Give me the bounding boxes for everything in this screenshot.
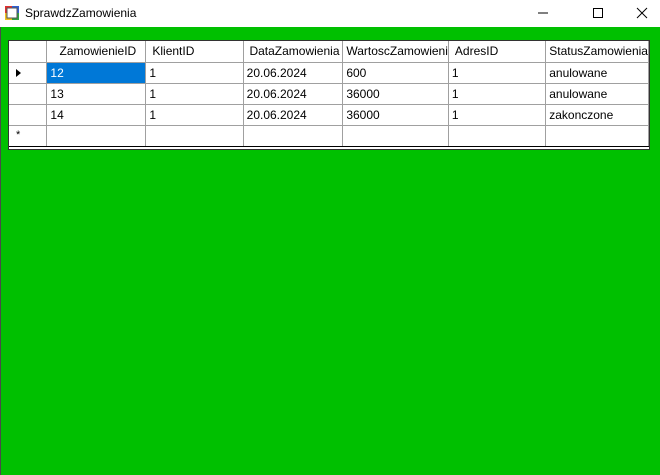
table-cell[interactable]: zakonczone bbox=[545, 104, 649, 126]
table-cell[interactable]: 36000 bbox=[342, 83, 449, 105]
row-header[interactable] bbox=[9, 62, 48, 84]
table-cell[interactable] bbox=[545, 125, 649, 147]
table-cell[interactable]: 12 bbox=[46, 62, 147, 84]
table-cell[interactable]: 1 bbox=[145, 83, 244, 105]
table-cell[interactable]: anulowane bbox=[545, 83, 649, 105]
window-border bbox=[0, 27, 1, 475]
column-header-klientid[interactable]: KlientID bbox=[145, 41, 244, 63]
column-header-datazamowienia[interactable]: DataZamowienia bbox=[243, 41, 344, 63]
row-header[interactable] bbox=[9, 104, 48, 126]
table-cell[interactable]: 14 bbox=[46, 104, 147, 126]
table-cell[interactable] bbox=[448, 125, 547, 147]
maximize-button[interactable] bbox=[575, 0, 621, 27]
form-icon bbox=[5, 6, 19, 20]
grid-table: ZamowienieID KlientID DataZamowienia War… bbox=[9, 41, 649, 147]
maximize-icon bbox=[593, 8, 603, 18]
table-cell[interactable]: 20.06.2024 bbox=[243, 104, 344, 126]
new-row[interactable]: * bbox=[9, 125, 649, 147]
orders-data-grid[interactable]: ZamowienieID KlientID DataZamowienia War… bbox=[8, 40, 650, 150]
table-cell[interactable]: 1 bbox=[448, 62, 547, 84]
row-pointer-icon bbox=[16, 68, 21, 77]
table-row[interactable]: 12 1 20.06.2024 600 1 anulowane bbox=[9, 62, 649, 84]
table-cell[interactable]: 600 bbox=[342, 62, 449, 84]
table-row[interactable]: 13 1 20.06.2024 36000 1 anulowane bbox=[9, 83, 649, 105]
minimize-button[interactable] bbox=[520, 0, 566, 27]
row-header[interactable] bbox=[9, 83, 48, 105]
table-cell[interactable]: 1 bbox=[448, 104, 547, 126]
table-cell[interactable] bbox=[46, 125, 147, 147]
column-header-zamowienieid[interactable]: ZamowienieID bbox=[46, 41, 147, 63]
table-cell[interactable] bbox=[145, 125, 244, 147]
table-cell[interactable]: 20.06.2024 bbox=[243, 62, 344, 84]
title-bar: SprawdzZamowienia bbox=[0, 0, 660, 27]
new-row-marker: * bbox=[16, 128, 21, 141]
column-header-wartosczamowienia[interactable]: WartoscZamowieni bbox=[342, 41, 449, 63]
table-cell[interactable]: 1 bbox=[145, 104, 244, 126]
close-button[interactable] bbox=[619, 0, 660, 27]
table-cell[interactable] bbox=[342, 125, 449, 147]
table-cell[interactable]: 36000 bbox=[342, 104, 449, 126]
minimize-icon bbox=[538, 12, 548, 14]
table-cell[interactable]: 1 bbox=[145, 62, 244, 84]
column-header-adresid[interactable]: AdresID bbox=[448, 41, 547, 63]
window-title: SprawdzZamowienia bbox=[25, 6, 137, 20]
column-header-statuszamowienia[interactable]: StatusZamowienia bbox=[545, 41, 649, 63]
table-cell[interactable]: 20.06.2024 bbox=[243, 83, 344, 105]
table-row[interactable]: 14 1 20.06.2024 36000 1 zakonczone bbox=[9, 104, 649, 126]
close-icon bbox=[636, 7, 648, 19]
table-cell[interactable] bbox=[243, 125, 344, 147]
table-cell[interactable]: 1 bbox=[448, 83, 547, 105]
table-cell[interactable]: anulowane bbox=[545, 62, 649, 84]
grid-corner-header[interactable] bbox=[9, 41, 48, 63]
table-cell[interactable]: 13 bbox=[46, 83, 147, 105]
row-header[interactable]: * bbox=[9, 125, 48, 147]
grid-header-row: ZamowienieID KlientID DataZamowienia War… bbox=[9, 41, 649, 63]
